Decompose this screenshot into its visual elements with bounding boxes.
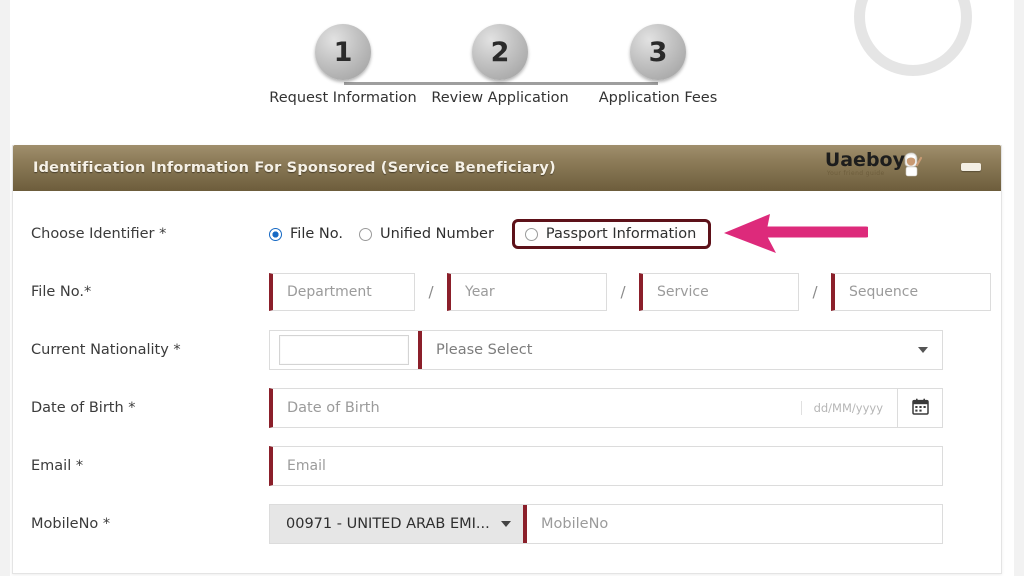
calendar-icon [911, 398, 929, 419]
row-email: Email * Email [13, 437, 1001, 495]
country-code-value: 00971 - UNITED ARAB EMI... [286, 516, 490, 532]
label-mobile-no: MobileNo * [31, 516, 111, 532]
page-root: 1 Request Information 2 Review Applicati… [0, 0, 1024, 576]
date-format-hint: dd/MM/yyyy [800, 401, 883, 415]
mobile-no-control: 00971 - UNITED ARAB EMI... MobileNo [269, 504, 943, 544]
progress-stepper: 1 Request Information 2 Review Applicati… [0, 24, 1024, 128]
mascot-icon [901, 151, 923, 177]
row-mobile-no: MobileNo * 00971 - UNITED ARAB EMI... Mo… [13, 495, 1001, 553]
chevron-down-icon [501, 521, 511, 527]
select-country-code[interactable]: 00971 - UNITED ARAB EMI... [270, 505, 527, 543]
brand-tagline: Your friend guide [826, 170, 885, 177]
brand-name: Uaeboy [824, 149, 905, 171]
radio-indicator-unified-number [358, 227, 372, 241]
select-current-nationality[interactable]: Please Select [418, 331, 942, 369]
input-mobile-no[interactable]: MobileNo [527, 516, 942, 532]
date-of-birth-control: Date of Birth dd/MM/yyyy [269, 388, 943, 428]
radio-label-passport-information: Passport Information [545, 226, 697, 242]
row-choose-identifier: Choose Identifier * File No. Unified Num… [13, 205, 1001, 263]
input-file-no-sequence[interactable]: Sequence [831, 273, 991, 311]
separator-1: / [428, 283, 434, 301]
step-3-circle: 3 [630, 24, 686, 80]
input-file-no-department[interactable]: Department [269, 273, 415, 311]
chevron-down-icon [918, 347, 928, 353]
nationality-flag-box [279, 335, 409, 365]
radio-option-unified-number[interactable]: Unified Number [358, 226, 494, 242]
input-file-no-year[interactable]: Year [447, 273, 607, 311]
label-email: Email * [31, 458, 84, 474]
brand-logo: Uaeboy Your friend guide [825, 151, 923, 177]
stepper-step-2[interactable]: 2 Review Application [425, 24, 575, 106]
identification-form: Choose Identifier * File No. Unified Num… [13, 191, 1001, 573]
identification-panel: Identification Information For Sponsored… [12, 145, 1002, 574]
radio-indicator-file-no [269, 227, 282, 241]
row-current-nationality: Current Nationality * Please Select [13, 321, 1001, 379]
step-1-label: Request Information [269, 90, 417, 106]
row-file-no: File No.* Department / Year / Service / … [13, 263, 1001, 321]
separator-3: / [812, 283, 818, 301]
select-current-nationality-value: Please Select [436, 342, 533, 358]
panel-title: Identification Information For Sponsored… [33, 160, 556, 176]
current-nationality-control: Please Select [269, 330, 943, 370]
step-3-label: Application Fees [598, 90, 718, 106]
radio-option-passport-information[interactable]: Passport Information [511, 219, 712, 249]
stepper-step-1[interactable]: 1 Request Information [268, 24, 418, 106]
minimize-button[interactable] [961, 163, 981, 171]
panel-header: Identification Information For Sponsored… [13, 145, 1001, 191]
label-current-nationality: Current Nationality * [31, 342, 181, 358]
step-1-circle: 1 [315, 24, 371, 80]
radio-option-file-no[interactable]: File No. [269, 226, 343, 242]
radio-label-unified-number: Unified Number [379, 226, 494, 242]
radio-label-file-no: File No. [290, 226, 343, 242]
step-2-circle: 2 [472, 24, 528, 80]
radio-indicator-passport-information [524, 227, 538, 241]
input-date-of-birth-placeholder: Date of Birth [287, 400, 380, 416]
input-file-no-service[interactable]: Service [639, 273, 799, 311]
label-choose-identifier: Choose Identifier * [31, 226, 167, 242]
input-date-of-birth[interactable]: Date of Birth dd/MM/yyyy [269, 388, 897, 428]
input-email[interactable]: Email [269, 446, 943, 486]
choose-identifier-radio-group: File No. Unified Number Passport Informa… [269, 219, 712, 249]
row-date-of-birth: Date of Birth * Date of Birth dd/MM/yyyy [13, 379, 1001, 437]
label-date-of-birth: Date of Birth * [31, 400, 136, 416]
step-2-label: Review Application [431, 90, 569, 106]
stepper-step-3[interactable]: 3 Application Fees [583, 24, 733, 106]
calendar-picker-button[interactable] [897, 388, 943, 428]
label-file-no: File No.* [31, 284, 92, 300]
separator-2: / [620, 283, 626, 301]
